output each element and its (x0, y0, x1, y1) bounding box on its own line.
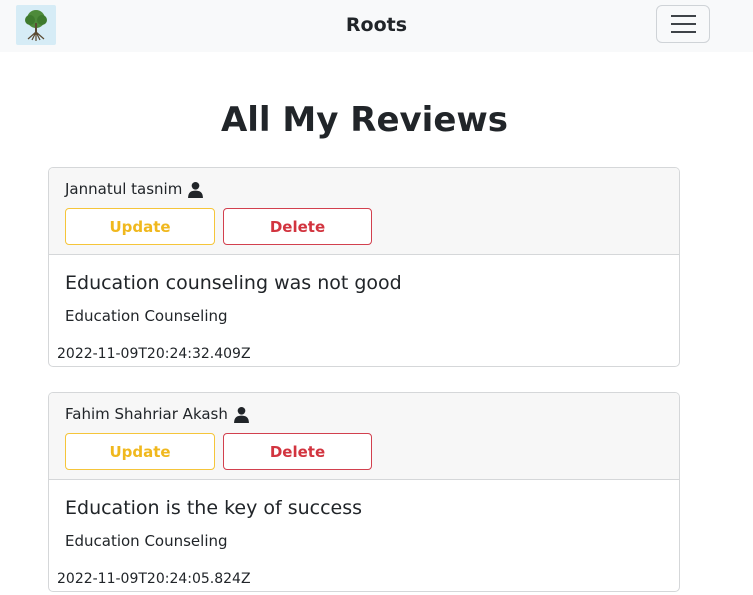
user-icon (233, 406, 249, 423)
update-button[interactable]: Update (65, 433, 215, 470)
review-card: Fahim Shahriar Akash Update Delete Educa… (48, 392, 680, 592)
user-icon (188, 181, 204, 198)
hamburger-menu-button[interactable] (656, 5, 710, 43)
review-title: Education is the key of success (65, 497, 363, 519)
delete-button[interactable]: Delete (223, 208, 372, 245)
review-author: Jannatul tasnim (65, 180, 204, 198)
author-name: Fahim Shahriar Akash (65, 405, 228, 423)
page-title: All My Reviews (220, 100, 509, 140)
author-name: Jannatul tasnim (65, 180, 183, 198)
hamburger-menu-icon (670, 15, 696, 17)
review-date: 2022-11-09T20:24:32.409Z (57, 346, 251, 362)
delete-button[interactable]: Delete (223, 433, 372, 470)
review-service: Education Counseling (65, 307, 228, 325)
review-title: Education counseling was not good (65, 272, 402, 294)
update-button[interactable]: Update (65, 208, 215, 245)
navbar: Roots (0, 0, 753, 52)
review-date: 2022-11-09T20:24:05.824Z (57, 571, 251, 587)
review-card-header: Jannatul tasnim Update Delete (49, 168, 679, 255)
review-service: Education Counseling (65, 532, 228, 550)
review-card-header: Fahim Shahriar Akash Update Delete (49, 393, 679, 480)
review-card: Jannatul tasnim Update Delete Education … (48, 167, 680, 367)
brand-title[interactable]: Roots (0, 14, 753, 36)
review-author: Fahim Shahriar Akash (65, 405, 250, 423)
